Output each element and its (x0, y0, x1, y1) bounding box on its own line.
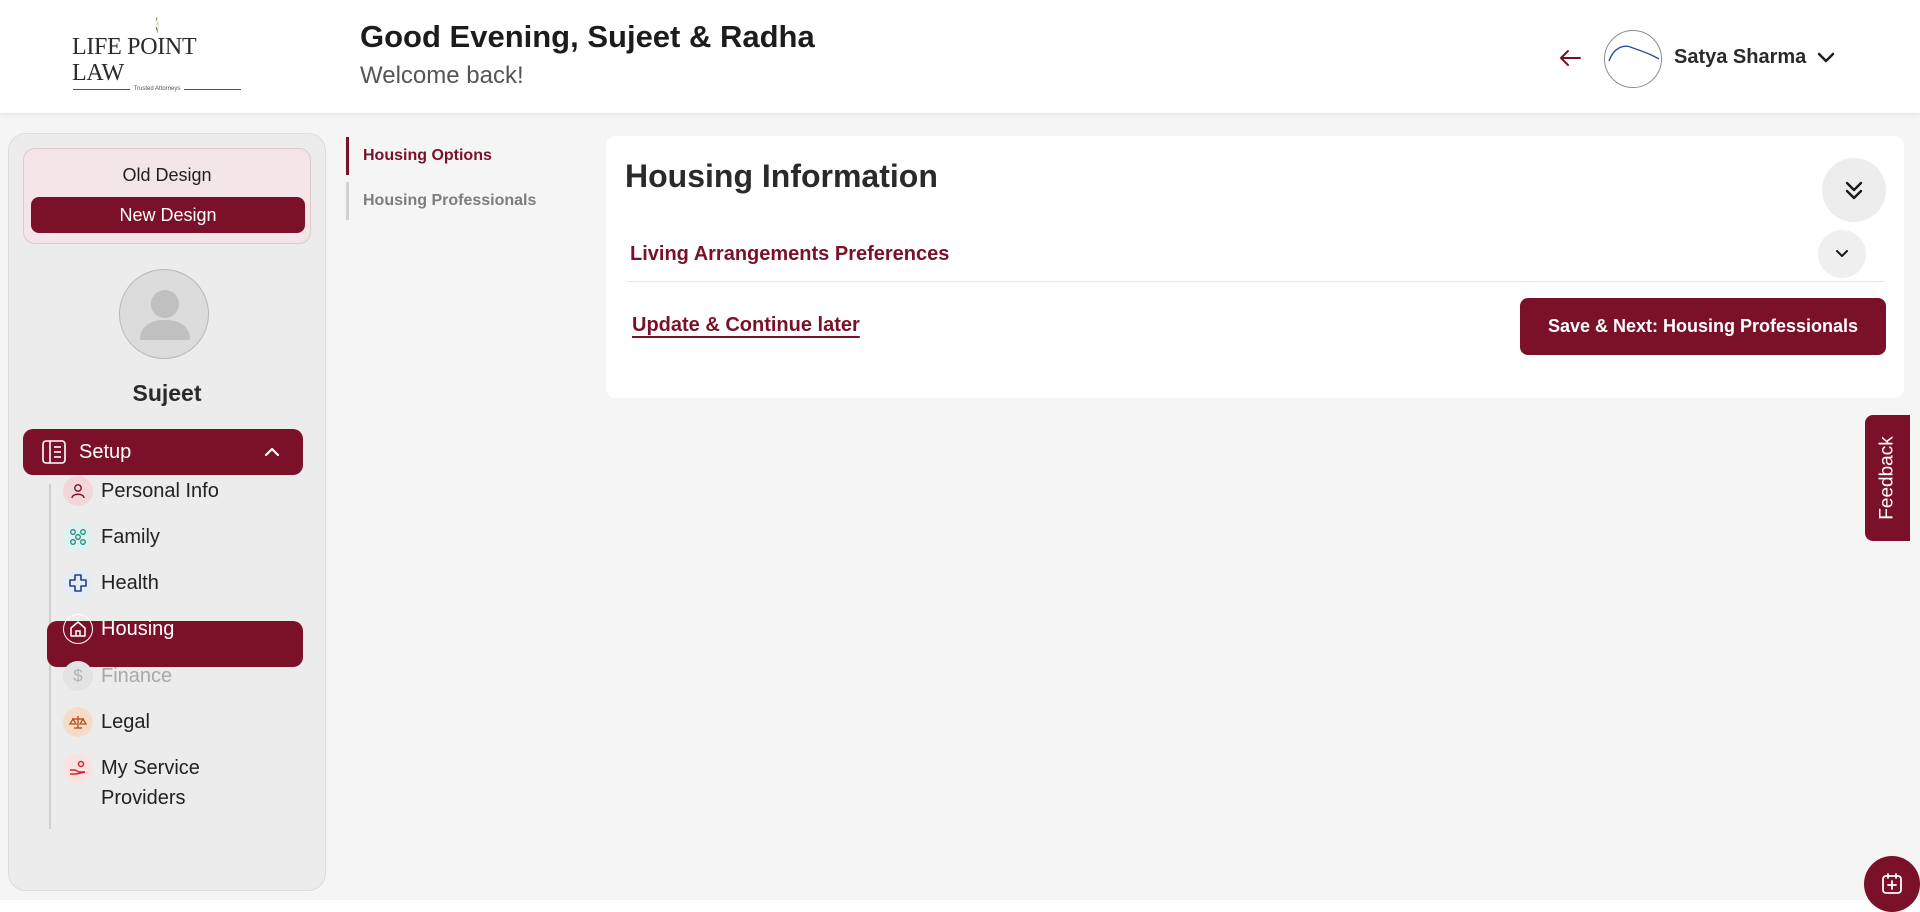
sidebar-item-label: My Service Providers (101, 757, 200, 809)
house-icon (63, 614, 93, 644)
welcome-subtitle: Welcome back! (360, 62, 524, 89)
flame-logo-icon (156, 16, 159, 34)
brand-name: LIFE POINT LAW (72, 34, 196, 86)
profile-name: Sujeet (132, 380, 202, 406)
health-cross-icon (63, 568, 93, 598)
bottom-strip (0, 900, 1920, 912)
user-avatar[interactable] (1604, 30, 1662, 88)
brand-tagline-row: Trusted Attorneys (73, 86, 241, 92)
setup-label: Setup (79, 440, 132, 463)
sidebar-item-health[interactable]: Health (63, 564, 159, 602)
sidebar-item-my-service-providers[interactable]: My Service Providers (63, 749, 221, 813)
sidebar-item-finance[interactable]: $ Finance (63, 657, 172, 695)
greeting-title: Good Evening, Sujeet & Radha (360, 19, 815, 54)
profile-avatar[interactable] (119, 269, 209, 359)
person-placeholder-icon (140, 290, 190, 340)
avatar-sketch-icon (1608, 45, 1660, 62)
sidebar-item-label: Personal Info (101, 479, 219, 502)
save-next-button[interactable]: Save & Next: Housing Professionals (1520, 298, 1886, 355)
sidebar-item-label: Health (101, 571, 159, 594)
setup-section-toggle[interactable]: Setup (23, 429, 303, 475)
tab-housing-professionals[interactable]: Housing Professionals (346, 182, 546, 220)
brand-tagline: Trusted Attorneys (133, 86, 181, 92)
dollar-icon: $ (63, 661, 93, 691)
double-chevron-down-icon (1845, 181, 1863, 200)
sidebar-item-legal[interactable]: Legal (63, 703, 150, 741)
sidebar-item-housing[interactable]: Housing (63, 610, 174, 648)
person-icon (63, 476, 93, 506)
update-continue-later-link[interactable]: Update & Continue later (632, 314, 860, 337)
housing-information-card: Housing Information Living Arrangements … (606, 136, 1904, 398)
back-arrow-icon[interactable] (1556, 44, 1584, 72)
sidebar-item-label: Legal (101, 710, 150, 733)
user-name[interactable]: Satya Sharma (1674, 46, 1806, 69)
page-title: Housing Information (625, 158, 938, 194)
calendar-add-button[interactable] (1864, 856, 1920, 912)
tab-housing-options[interactable]: Housing Options (346, 137, 546, 175)
new-design-button[interactable]: New Design (31, 197, 305, 233)
sidebar: Old Design New Design Sujeet Setup Perso… (8, 133, 326, 891)
design-toggle: Old Design New Design (23, 148, 311, 244)
chevron-down-icon[interactable] (1814, 46, 1838, 70)
calendar-plus-icon (1882, 873, 1902, 894)
feedback-tab[interactable]: Feedback (1865, 415, 1910, 541)
sidebar-item-label: Family (101, 525, 160, 548)
living-arrangements-section-title[interactable]: Living Arrangements Preferences (630, 243, 949, 266)
sidebar-item-label: Housing (101, 617, 175, 640)
expand-section-button[interactable] (1818, 230, 1866, 278)
family-icon (63, 522, 93, 552)
service-provider-icon (63, 753, 93, 783)
chevron-up-icon (264, 447, 280, 457)
sidebar-item-family[interactable]: Family (63, 518, 160, 556)
feedback-label: Feedback (1876, 436, 1898, 520)
scales-icon (63, 707, 93, 737)
sidebar-item-label: Finance (101, 664, 173, 687)
divider (626, 281, 1884, 282)
collapse-all-button[interactable] (1822, 158, 1886, 222)
old-design-option[interactable]: Old Design (24, 165, 310, 186)
document-list-icon (42, 440, 66, 464)
top-header: LIFE POINT LAW Trusted Attorneys Good Ev… (0, 0, 1920, 113)
chevron-down-icon (1836, 250, 1848, 257)
sidebar-item-personal-info[interactable]: Personal Info (63, 472, 219, 510)
brand-logo[interactable]: LIFE POINT LAW Trusted Attorneys (72, 16, 242, 92)
